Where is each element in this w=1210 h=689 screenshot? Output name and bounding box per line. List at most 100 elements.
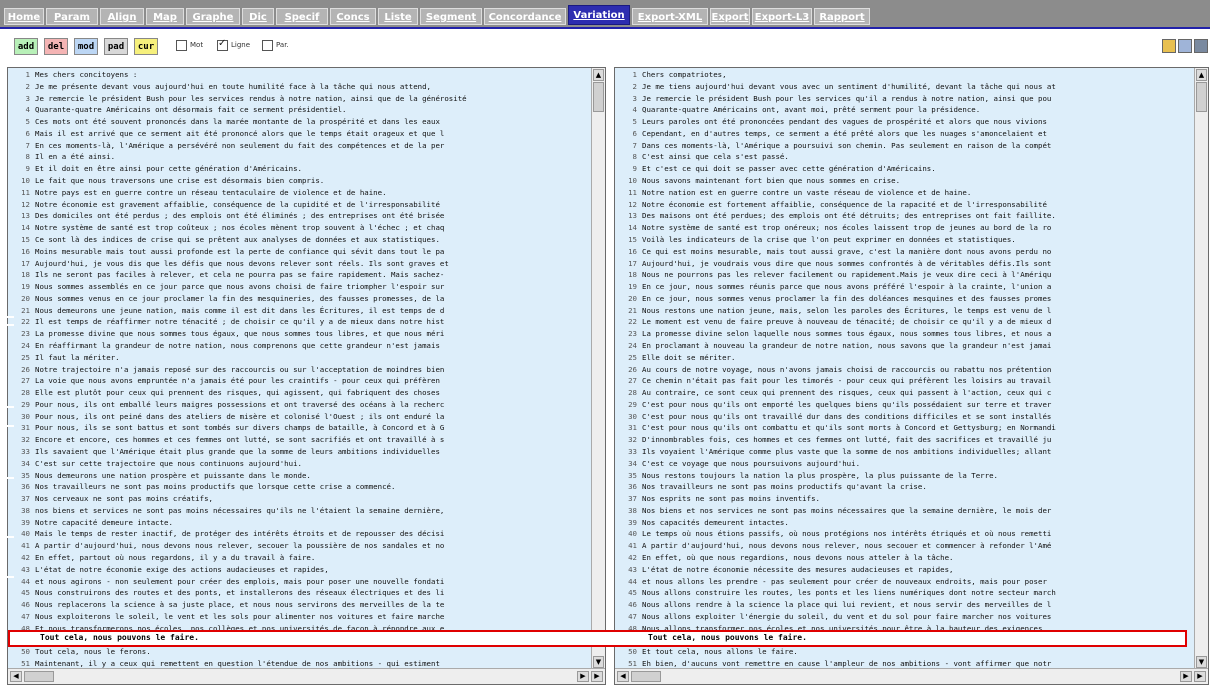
text-line[interactable]: 36 Nos travailleurs ne sont pas moins pro… <box>615 481 1194 493</box>
tab-segment[interactable]: Segment <box>420 8 482 25</box>
text-line[interactable]: 37 Nos cerveaux ne sont pas moins créatif… <box>8 493 591 505</box>
text-line[interactable]: 42 En effet, où que nous regardions, nous… <box>615 552 1194 564</box>
text-line[interactable]: 44 et nous agirons - non seulement pour c… <box>8 576 591 588</box>
del-button[interactable]: del <box>44 38 68 55</box>
tab-specif[interactable]: Specif <box>276 8 328 25</box>
text-line[interactable]: 40 Mais le temps de rester inactif, de pr… <box>8 528 591 540</box>
text-line[interactable]: 33 Ils voyaient l'Amérique comme plus vas… <box>615 446 1194 458</box>
text-line[interactable]: 21 Nous restons une nation jeune, mais, s… <box>615 305 1194 317</box>
left-vertical-scrollbar[interactable]: ▲ ▼ <box>591 68 605 669</box>
tab-concs[interactable]: Concs <box>330 8 376 25</box>
tab-graphe[interactable]: Graphe <box>186 8 240 25</box>
right-vertical-scrollbar[interactable]: ▲ ▼ <box>1194 68 1208 669</box>
right-horizontal-scrollbar[interactable]: ◀ ▶ ▶ <box>615 668 1208 684</box>
text-line[interactable]: 19 Nous sommes assemblés en ce jour parce… <box>8 281 591 293</box>
tab-align[interactable]: Align <box>100 8 144 25</box>
text-line[interactable]: 15 Voilà les indicateurs de la crise que … <box>615 234 1194 246</box>
text-line[interactable]: 5 Leurs paroles ont été prononcées pendan… <box>615 116 1194 128</box>
text-line[interactable]: 12 Notre économie est fortement affaiblie… <box>615 199 1194 211</box>
text-line[interactable]: 30 Pour nous, ils ont peiné dans des atel… <box>8 411 591 423</box>
text-line[interactable]: 6 Cependant, en d'autres temps, ce sermen… <box>615 128 1194 140</box>
text-line[interactable]: 43 L'état de notre économie nécessite des… <box>615 564 1194 576</box>
text-line[interactable]: 4 Quarante-quatre Américains ont, avant m… <box>615 104 1194 116</box>
scroll-up-icon[interactable]: ▲ <box>593 69 604 81</box>
text-line[interactable]: 18 Ils ne seront pas faciles à relever, e… <box>8 269 591 281</box>
text-line[interactable]: 13 Des maisons ont été perdues; des emplo… <box>615 210 1194 222</box>
text-line[interactable]: 32 Encore et encore, ces hommes et ces fe… <box>8 434 591 446</box>
text-line[interactable]: 5 Ces mots ont été souvent prononcés dans… <box>8 116 591 128</box>
text-line[interactable]: 24 En réaffirmant la grandeur de notre na… <box>8 340 591 352</box>
text-line[interactable]: 38 Nos biens et nos services ne sont pas … <box>615 505 1194 517</box>
tab-map[interactable]: Map <box>146 8 184 25</box>
text-line[interactable]: 28 Elle est plutôt pour ceux qui prennent… <box>8 387 591 399</box>
tab-concordance[interactable]: Concordance <box>484 8 566 25</box>
pad-button[interactable]: pad <box>104 38 128 55</box>
text-line[interactable]: 15 Ce sont là des indices de crise qui se… <box>8 234 591 246</box>
text-line[interactable]: 38 nos biens et services ne sont pas moin… <box>8 505 591 517</box>
text-line[interactable]: 41 A partir d'aujourd'hui, nous devons no… <box>615 540 1194 552</box>
text-line[interactable]: 44 et nous allons les prendre - pas seule… <box>615 576 1194 588</box>
tab-export-l3[interactable]: Export-L3 <box>752 8 812 25</box>
right-text-pane[interactable]: 1 Chers compatriotes, 2 Je me tiens aujourd… <box>614 67 1209 685</box>
scroll-right-icon[interactable]: ▶ <box>577 671 589 682</box>
text-line[interactable]: 35 Nous demeurons une nation prospère et … <box>8 470 591 482</box>
tab-home[interactable]: Home <box>4 8 44 25</box>
text-line[interactable]: 32 D'innombrables fois, ces hommes et ces… <box>615 434 1194 446</box>
tab-rapport[interactable]: Rapport <box>814 8 870 25</box>
text-line[interactable]: 10 Le fait que nous traversons une crise … <box>8 175 591 187</box>
text-line[interactable]: 12 Notre économie est gravement affaiblie… <box>8 199 591 211</box>
text-line[interactable]: 46 Nous replacerons la science à sa juste… <box>8 599 591 611</box>
text-line[interactable]: 35 Nous restons toujours la nation la plu… <box>615 470 1194 482</box>
text-line[interactable]: 20 En ce jour, nous sommes venus proclame… <box>615 293 1194 305</box>
text-line[interactable]: 43 L'état de notre économie exige des act… <box>8 564 591 576</box>
scroll-down-icon[interactable]: ▼ <box>593 656 604 668</box>
text-line[interactable]: 42 En effet, partout où nous regardons, i… <box>8 552 591 564</box>
scroll-thumb[interactable] <box>593 82 604 112</box>
text-line[interactable]: 41 A partir d'aujourd'hui, nous devons no… <box>8 540 591 552</box>
text-line[interactable]: 9 Et c'est ce qui doit se passer avec cet… <box>615 163 1194 175</box>
tab-export[interactable]: Export <box>710 8 750 25</box>
text-line[interactable]: 27 Ce chemin n'était pas fait pour les ti… <box>615 375 1194 387</box>
print-icon[interactable] <box>1178 39 1192 53</box>
text-line[interactable]: 26 Au cours de notre voyage, nous n'avons… <box>615 364 1194 376</box>
par-checkbox[interactable] <box>262 40 273 51</box>
ligne-checkbox[interactable] <box>217 38 228 51</box>
add-button[interactable]: add <box>14 38 38 55</box>
tab-param[interactable]: Param <box>46 8 98 25</box>
text-line[interactable]: 27 La voie que nous avons empruntée n'a j… <box>8 375 591 387</box>
text-line[interactable]: 36 Nos travailleurs ne sont pas moins pro… <box>8 481 591 493</box>
text-line[interactable]: 16 Moins mesurable mais tout aussi profon… <box>8 246 591 258</box>
text-line[interactable]: 8 C'est ainsi que cela s'est passé. <box>615 151 1194 163</box>
text-line[interactable]: 47 Nous allons exploiter l'énergie du sol… <box>615 611 1194 623</box>
text-line[interactable]: 50 Tout cela, nous le ferons. <box>8 646 591 658</box>
scroll-down-icon[interactable]: ▼ <box>1196 656 1207 668</box>
text-line[interactable]: 18 Nous ne pourrons pas les relever facil… <box>615 269 1194 281</box>
tab-export-xml[interactable]: Export-XML <box>632 8 708 25</box>
text-line[interactable]: 25 Elle doit se mériter. <box>615 352 1194 364</box>
text-line[interactable]: 19 En ce jour, nous sommes réunis parce q… <box>615 281 1194 293</box>
scroll-right-end-icon[interactable]: ▶ <box>591 671 603 682</box>
text-line[interactable]: 20 Nous sommes venus en ce jour proclamer… <box>8 293 591 305</box>
scroll-thumb[interactable] <box>631 671 661 682</box>
text-line[interactable]: 4 Quarante-quatre Américains ont désormai… <box>8 104 591 116</box>
text-line[interactable]: 28 Au contraire, ce sont ceux qui prennen… <box>615 387 1194 399</box>
text-line[interactable]: 23 La promesse divine que nous sommes tou… <box>8 328 591 340</box>
text-line[interactable]: 45 Nous allons construire les routes, les… <box>615 587 1194 599</box>
text-line[interactable]: 21 Nous demeurons une jeune nation, mais … <box>8 305 591 317</box>
tab-dic[interactable]: Dic <box>242 8 274 25</box>
text-line[interactable]: 22 Le moment est venu de faire preuve à n… <box>615 316 1194 328</box>
mot-checkbox[interactable] <box>176 40 187 51</box>
text-line[interactable]: 2 Je me tiens aujourd'hui devant vous ave… <box>615 81 1194 93</box>
text-line[interactable]: 33 Ils savaient que l'Amérique était plus… <box>8 446 591 458</box>
text-line[interactable]: 39 Nos capacités demeurent intactes. <box>615 517 1194 529</box>
text-line[interactable]: 8 Il en a été ainsi. <box>8 151 591 163</box>
text-line[interactable]: 37 Nos esprits ne sont pas moins inventif… <box>615 493 1194 505</box>
scroll-left-icon[interactable]: ◀ <box>617 671 629 682</box>
cur-button[interactable]: cur <box>134 38 158 55</box>
text-line[interactable]: 3 Je remercie le président Bush pour les … <box>615 93 1194 105</box>
scroll-left-icon[interactable]: ◀ <box>10 671 22 682</box>
text-line[interactable]: 17 Aujourd'hui, je vous dis que les défis… <box>8 258 591 270</box>
text-line[interactable]: 10 Nous savons maintenant fort bien que n… <box>615 175 1194 187</box>
text-line[interactable]: 40 Le temps où nous étions passifs, où no… <box>615 528 1194 540</box>
left-horizontal-scrollbar[interactable]: ◀ ▶ ▶ <box>8 668 605 684</box>
